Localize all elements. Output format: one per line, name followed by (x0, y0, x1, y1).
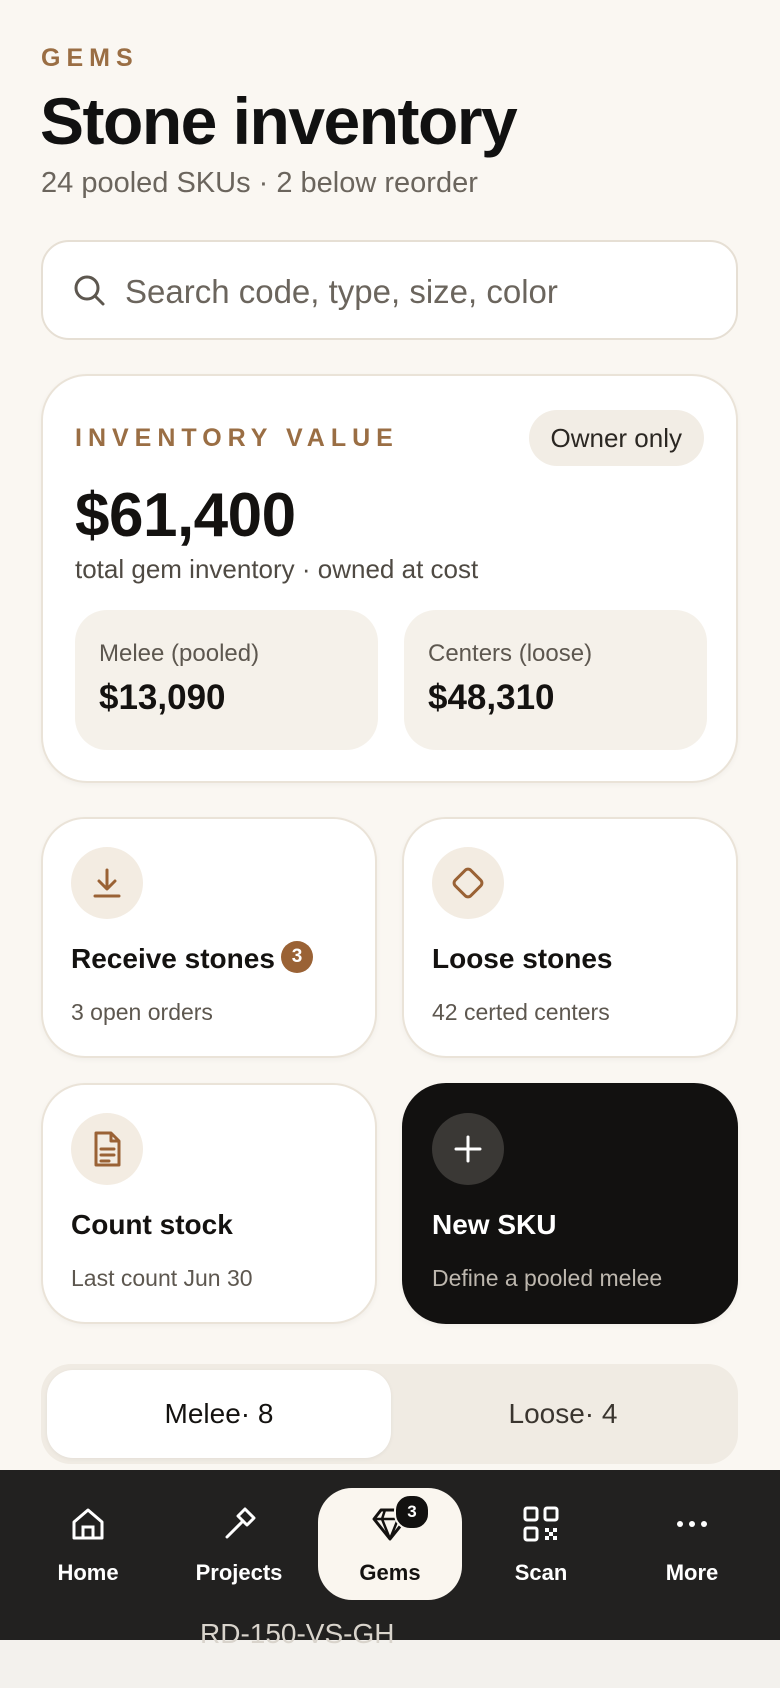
section-eyebrow: GEMS (41, 44, 139, 72)
download-icon (71, 847, 143, 919)
new-sku-title: New SKU (432, 1209, 557, 1240)
loose-stones-card[interactable]: Loose stones 42 certed centers (402, 817, 738, 1058)
nav-home[interactable]: Home (16, 1488, 160, 1600)
page-subtitle: 24 pooled SKUs · 2 below reorder (41, 167, 478, 199)
receive-stones-subtitle: 3 open orders (71, 999, 213, 1025)
document-icon (71, 1113, 143, 1185)
inventory-total-value: $61,400 (75, 481, 296, 550)
hammer-icon (219, 1500, 259, 1548)
count-stock-card[interactable]: Count stock Last count Jun 30 (41, 1083, 377, 1324)
inventory-value-card: INVENTORY VALUE Owner only $61,400 total… (41, 374, 738, 783)
loose-stones-title: Loose stones (432, 943, 613, 974)
melee-value-card: Melee (pooled) $13,090 (75, 610, 378, 750)
qr-code-icon (521, 1500, 561, 1548)
home-icon (68, 1500, 108, 1548)
new-sku-subtitle: Define a pooled melee (432, 1265, 663, 1291)
receive-stones-card[interactable]: Receive stones 3 3 open orders (41, 817, 377, 1058)
receive-stones-badge: 3 (281, 941, 313, 973)
melee-value-label: Melee (pooled) (99, 640, 260, 667)
inventory-total-note: total gem inventory · owned at cost (75, 554, 479, 584)
nav-scan-label: Scan (514, 1560, 568, 1585)
more-icon (672, 1500, 712, 1548)
nav-projects[interactable]: Projects (167, 1488, 311, 1600)
tab-loose[interactable]: Loose· 4 (391, 1370, 735, 1458)
melee-value: $13,090 (99, 678, 226, 717)
new-sku-card[interactable]: New SKU Define a pooled melee (402, 1083, 738, 1324)
search-bar[interactable] (41, 240, 738, 340)
page-title: Stone inventory (40, 84, 518, 158)
bottom-nav-bar: Home Projects 3 Gems Scan More (0, 1470, 780, 1640)
count-stock-title: Count stock (71, 1209, 233, 1240)
centers-value-card: Centers (loose) $48,310 (404, 610, 707, 750)
receive-stones-title: Receive stones (71, 943, 275, 974)
inventory-value-label: INVENTORY VALUE (75, 424, 399, 452)
nav-gems[interactable]: 3 Gems (318, 1488, 462, 1600)
search-input[interactable] (123, 262, 717, 322)
nav-more-label: More (665, 1560, 719, 1585)
gems-count-badge: 3 (394, 1494, 430, 1530)
list-item-peek: RD-150-VS-GH (200, 1618, 395, 1649)
tab-melee[interactable]: Melee· 8 (47, 1370, 391, 1458)
count-stock-subtitle: Last count Jun 30 (71, 1265, 253, 1291)
nav-home-label: Home (57, 1560, 119, 1585)
centers-value-label: Centers (loose) (428, 640, 593, 667)
plus-icon (432, 1113, 504, 1185)
centers-value: $48,310 (428, 678, 555, 717)
loose-stones-subtitle: 42 certed centers (432, 999, 610, 1025)
nav-scan[interactable]: Scan (469, 1488, 613, 1600)
nav-more[interactable]: More (620, 1488, 764, 1600)
nav-gems-label: Gems (359, 1560, 421, 1585)
stone-type-segmented-control: Melee· 8 Loose· 4 (41, 1364, 738, 1464)
owner-only-badge: Owner only (528, 410, 704, 466)
search-icon (74, 275, 105, 306)
nav-projects-label: Projects (195, 1560, 283, 1585)
diamond-icon (432, 847, 504, 919)
gem-icon: 3 (370, 1494, 430, 1548)
